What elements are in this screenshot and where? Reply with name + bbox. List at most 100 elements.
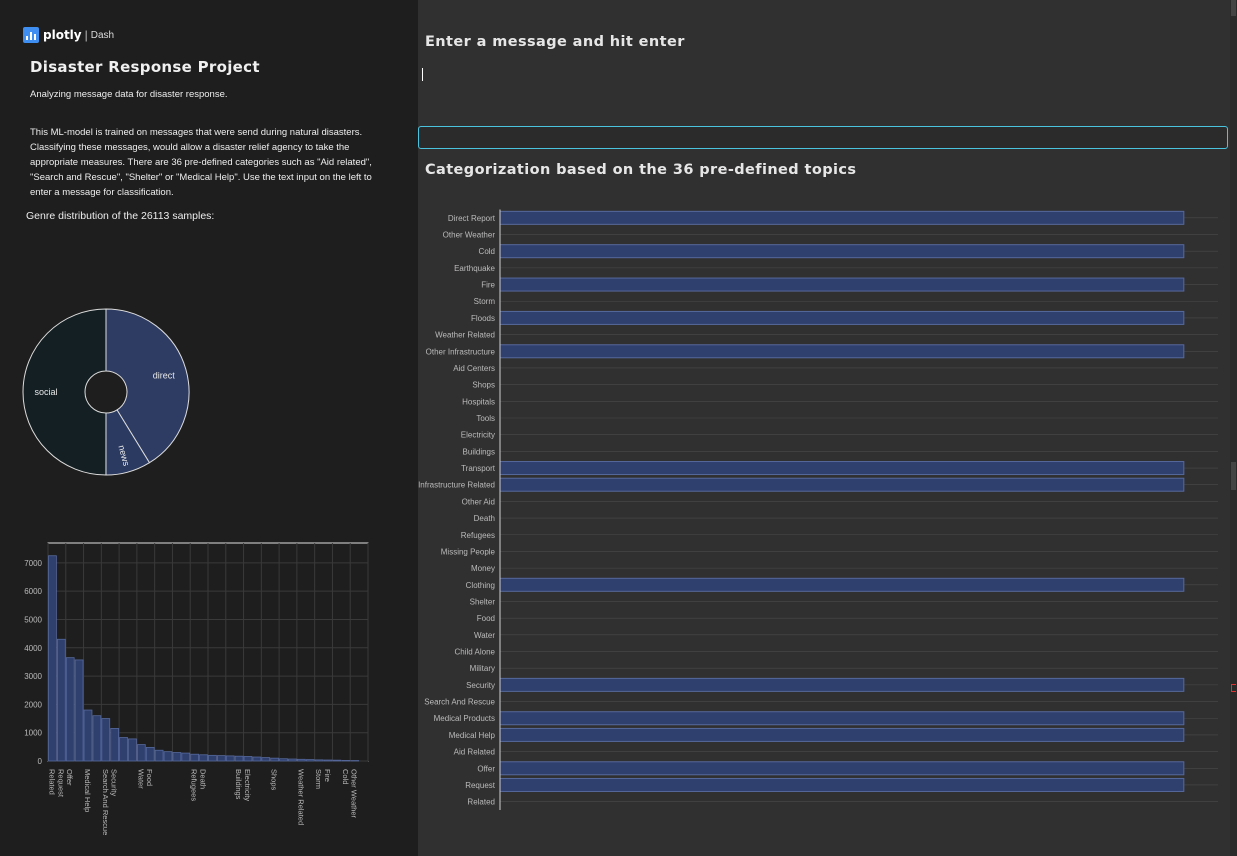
scrollbar-thumb[interactable] bbox=[1231, 0, 1236, 16]
logo-separator: | bbox=[84, 28, 88, 42]
genre-pie-chart[interactable]: directnewssocial bbox=[0, 300, 418, 500]
plotly-logo-icon bbox=[23, 27, 39, 43]
bar-chart-ytick: 5000 bbox=[24, 615, 42, 624]
main-panel: Enter a message and hit enter Categoriza… bbox=[418, 0, 1237, 856]
bar-chart-xtick: Storm bbox=[314, 769, 323, 789]
cat-bar-clothing bbox=[499, 577, 1185, 592]
message-input-wrapper bbox=[418, 63, 1230, 149]
bar-buildings bbox=[234, 755, 244, 762]
cat-label: Fire bbox=[481, 281, 495, 290]
bar-transport bbox=[225, 755, 235, 762]
bar-chart-xtick: Search And Rescue bbox=[101, 769, 110, 835]
bar-other-aid bbox=[208, 754, 217, 762]
cat-bar-offer bbox=[499, 761, 1185, 776]
scrollbar-thumb-lower[interactable] bbox=[1231, 462, 1236, 490]
message-input-label: Enter a message and hit enter bbox=[425, 34, 685, 50]
bar-death bbox=[199, 754, 208, 762]
bar-food bbox=[145, 747, 155, 762]
cat-label: Cold bbox=[479, 247, 495, 256]
bar-security bbox=[110, 728, 120, 762]
message-input[interactable] bbox=[418, 126, 1228, 149]
bar-chart-ytick: 7000 bbox=[24, 559, 42, 568]
page-title: Disaster Response Project bbox=[30, 58, 260, 76]
cat-label: Electricity bbox=[461, 431, 495, 440]
bar-earthquake bbox=[332, 759, 342, 762]
page-scrollbar[interactable] bbox=[1230, 0, 1237, 856]
pie-label-social: social bbox=[34, 387, 57, 397]
cat-label: Infrastructure Related bbox=[418, 481, 495, 490]
bar-refugees bbox=[190, 753, 200, 762]
cat-label: Water bbox=[474, 631, 495, 640]
bar-chart-xtick: Cold bbox=[341, 769, 350, 784]
bar-infrastructure-related bbox=[216, 755, 226, 762]
bar-chart-xtick: Food bbox=[145, 769, 154, 786]
cat-label: Search And Rescue bbox=[424, 698, 495, 707]
cat-label: Shops bbox=[472, 381, 495, 390]
cat-bar-security bbox=[499, 677, 1185, 692]
bar-cold bbox=[341, 760, 351, 762]
bar-medical-help bbox=[83, 709, 93, 762]
cat-label: Storm bbox=[474, 297, 496, 306]
bar-chart-xtick: Security bbox=[110, 769, 119, 796]
page-subtitle: Analyzing message data for disaster resp… bbox=[30, 89, 228, 100]
bar-chart-xtick: Shops bbox=[270, 769, 279, 791]
bar-hospitals bbox=[261, 757, 271, 762]
cat-label: Security bbox=[466, 681, 495, 690]
cat-bar-fire bbox=[499, 277, 1185, 292]
logo-text: plotly bbox=[43, 28, 82, 42]
category-count-bar-chart[interactable]: 0 1000 2000 3000 4000 5000 6000 7000 Related Requ… bbox=[0, 535, 418, 856]
cat-bar-transport bbox=[499, 461, 1185, 476]
bar-chart-ytick: 3000 bbox=[24, 672, 42, 681]
bar-child-alone bbox=[128, 738, 137, 762]
sidebar: plotly | Dash Disaster Response Project … bbox=[0, 0, 418, 856]
cat-label: Buildings bbox=[463, 447, 495, 456]
bar-fire bbox=[323, 759, 333, 762]
bar-chart-xtick: Weather Related bbox=[296, 769, 305, 825]
cat-label: Related bbox=[467, 798, 495, 807]
cat-label: Tools bbox=[476, 414, 495, 423]
bar-related bbox=[48, 555, 57, 762]
cat-label: Direct Report bbox=[448, 214, 496, 223]
bar-shelter bbox=[154, 749, 164, 762]
cat-bar-floods bbox=[499, 310, 1185, 325]
bar-other-infrastructure bbox=[288, 758, 297, 762]
cat-label: Other Infrastructure bbox=[426, 347, 496, 356]
cat-label: Transport bbox=[461, 464, 496, 473]
bar-chart-xtick: Fire bbox=[323, 769, 332, 782]
cat-label: Missing People bbox=[441, 547, 496, 556]
bar-aid-centers bbox=[279, 758, 288, 762]
bar-chart-xtick: Buildings bbox=[234, 769, 243, 800]
cat-label: Money bbox=[471, 564, 495, 573]
bar-floods bbox=[305, 759, 315, 762]
bar-storm bbox=[314, 759, 324, 762]
bar-chart-xtick: Offer bbox=[65, 769, 74, 786]
bar-chart-xtick: Electricity bbox=[243, 769, 252, 801]
bar-request bbox=[56, 638, 66, 762]
bar-chart-xtick: Water bbox=[136, 769, 145, 789]
cat-label: Hospitals bbox=[462, 397, 495, 406]
bar-clothing bbox=[163, 751, 173, 762]
cat-label: Military bbox=[470, 664, 495, 673]
bar-chart-xtick: Other Weather bbox=[350, 769, 359, 819]
edge-marker-icon bbox=[1231, 684, 1236, 692]
bar-medical-products bbox=[92, 715, 102, 762]
bar-search-and-rescue bbox=[101, 718, 111, 762]
bar-military bbox=[119, 737, 128, 762]
cat-label: Food bbox=[477, 614, 495, 623]
bar-chart-xtick: Medical Help bbox=[83, 769, 92, 812]
plotly-dash-logo[interactable]: plotly | Dash bbox=[23, 27, 114, 43]
bar-shops bbox=[270, 757, 280, 762]
cat-label: Shelter bbox=[470, 597, 496, 606]
bar-water bbox=[136, 744, 146, 762]
categorization-title: Categorization based on the 36 pre-defin… bbox=[425, 162, 857, 178]
bar-chart-xtick: Death bbox=[199, 769, 208, 789]
bar-chart-xtick: Request bbox=[56, 769, 65, 798]
bar-tools bbox=[252, 756, 262, 762]
categorization-bar-chart[interactable]: Direct Report Other Weather Cold Earthquake… bbox=[418, 200, 1230, 820]
cat-bar-cold bbox=[499, 244, 1185, 259]
cat-label: Death bbox=[474, 514, 495, 523]
cat-label: Weather Related bbox=[435, 331, 495, 340]
project-description: This ML-model is trained on messages tha… bbox=[30, 127, 372, 198]
cat-label: Medical Products bbox=[434, 714, 495, 723]
cat-label: Aid Centers bbox=[453, 364, 495, 373]
